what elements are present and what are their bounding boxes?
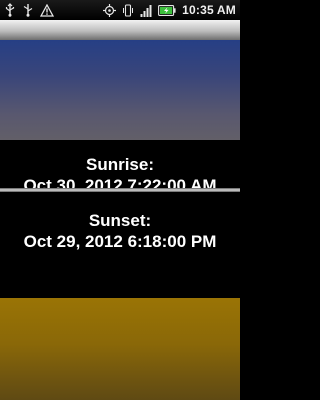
sunset-label: Sunset: <box>88 211 152 230</box>
sunrise-label: Sunrise: <box>85 155 155 174</box>
status-left-icons <box>4 3 54 17</box>
signal-icon <box>140 4 152 17</box>
sunset-panel: Sunset: Oct 29, 2012 6:18:00 PM <box>0 192 240 258</box>
vibrate-icon <box>122 3 134 17</box>
usb-icon <box>4 3 16 17</box>
warning-icon <box>40 3 54 17</box>
sunset-value: Oct 29, 2012 6:18:00 PM <box>23 232 217 251</box>
usb-debug-icon <box>22 3 34 17</box>
top-highlight-strip <box>0 20 240 40</box>
battery-charging-icon <box>158 4 176 16</box>
gps-icon <box>103 3 117 17</box>
sun-times-screen: 10:35 AM Sunrise: Oct 30, 2012 7:22:00 A… <box>0 0 240 400</box>
sky-gradient <box>0 40 240 140</box>
status-time: 10:35 AM <box>182 3 236 17</box>
ground-gradient <box>0 298 240 400</box>
status-bar: 10:35 AM <box>0 0 240 20</box>
status-right-icons: 10:35 AM <box>103 3 236 17</box>
